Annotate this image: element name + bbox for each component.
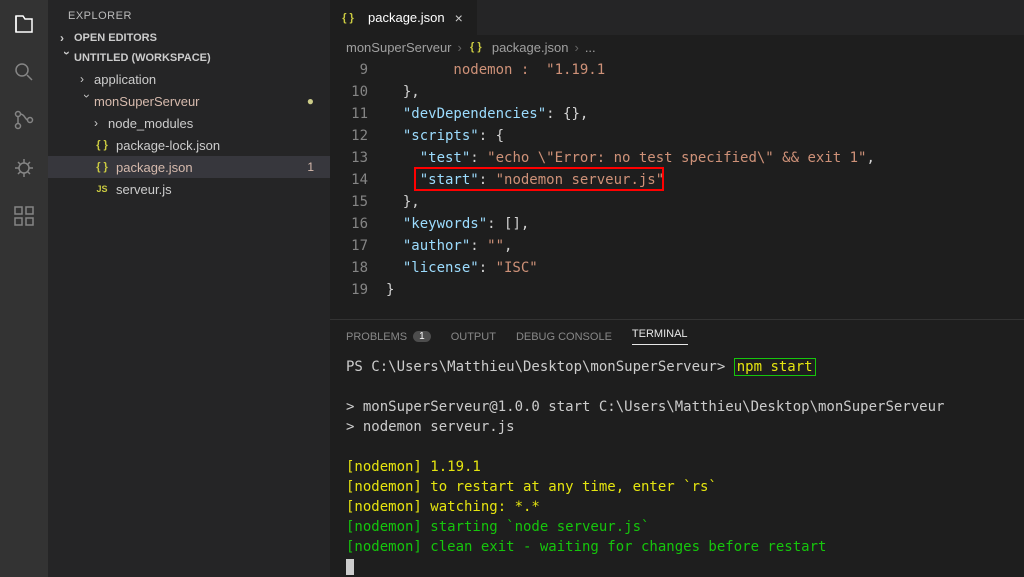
folder-node-modules[interactable]: › node_modules [48, 112, 330, 134]
file-serveur-js[interactable]: JS serveur.js [48, 178, 330, 200]
source-control-icon[interactable] [10, 106, 38, 134]
js-file-icon: JS [94, 181, 110, 197]
terminal-output[interactable]: PS C:\Users\Matthieu\Desktop\monSuperSer… [330, 351, 1024, 577]
code-line: } [386, 279, 1024, 301]
tab-debug-console[interactable]: DEBUG CONSOLE [516, 328, 612, 345]
chevron-down-icon: › [60, 51, 74, 65]
line-number-gutter: 910111213141516171819 [330, 59, 386, 319]
breadcrumb[interactable]: monSuperServeur › { } package.json › ... [330, 35, 1024, 59]
close-icon[interactable]: × [451, 10, 467, 26]
code-line: nodemon : "1.19.1 [386, 59, 1024, 81]
bottom-panel: PROBLEMS 1 OUTPUT DEBUG CONSOLE TERMINAL… [330, 319, 1024, 577]
json-file-icon: { } [94, 137, 110, 153]
code-line: "scripts": { [386, 125, 1024, 147]
extensions-icon[interactable] [10, 202, 38, 230]
tab-bar: { } package.json × [330, 0, 1024, 35]
code-editor[interactable]: 910111213141516171819 nodemon : "1.19.1 … [330, 59, 1024, 319]
chevron-right-icon: › [574, 40, 578, 55]
code-line: }, [386, 81, 1024, 103]
tab-terminal[interactable]: TERMINAL [632, 328, 688, 345]
sidebar-title: EXPLORER [48, 0, 330, 28]
folder-application[interactable]: › application [48, 68, 330, 90]
chevron-right-icon: › [80, 72, 94, 86]
folder-monsuperserveur[interactable]: › monSuperServeur ● [48, 90, 330, 112]
activity-bar [0, 0, 48, 577]
code-line: "test": "echo \"Error: no test specified… [386, 147, 1024, 169]
tab-problems[interactable]: PROBLEMS 1 [346, 328, 431, 345]
explorer-icon[interactable] [10, 10, 38, 38]
modified-count: 1 [307, 160, 320, 174]
json-file-icon: { } [468, 39, 484, 55]
search-icon[interactable] [10, 58, 38, 86]
code-content: nodemon : "1.19.1 }, "devDependencies": … [386, 59, 1024, 319]
code-line: "keywords": [], [386, 213, 1024, 235]
problems-badge: 1 [413, 331, 431, 342]
open-editors-section[interactable]: › OPEN EDITORS [48, 28, 330, 48]
code-line: "start": "nodemon serveur.js" [386, 169, 1024, 191]
json-file-icon: { } [340, 10, 356, 26]
code-line: "license": "ISC" [386, 257, 1024, 279]
panel-tabs: PROBLEMS 1 OUTPUT DEBUG CONSOLE TERMINAL [330, 320, 1024, 351]
file-tree: › application › monSuperServeur ● › node… [48, 68, 330, 200]
chevron-right-icon: › [94, 116, 108, 130]
chevron-right-icon: › [458, 40, 462, 55]
tab-output[interactable]: OUTPUT [451, 328, 496, 345]
code-line: "author": "", [386, 235, 1024, 257]
json-file-icon: { } [94, 159, 110, 175]
code-line: }, [386, 191, 1024, 213]
debug-icon[interactable] [10, 154, 38, 182]
chevron-right-icon: › [60, 31, 74, 45]
main-area: { } package.json × monSuperServeur › { }… [330, 0, 1024, 577]
tab-package-json[interactable]: { } package.json × [330, 0, 478, 35]
chevron-down-icon: › [80, 94, 94, 108]
file-package-json[interactable]: { } package.json 1 [48, 156, 330, 178]
tab-label: package.json [368, 10, 445, 25]
modified-dot-icon: ● [307, 94, 320, 108]
workspace-section[interactable]: › UNTITLED (WORKSPACE) [48, 48, 330, 68]
file-package-lock[interactable]: { } package-lock.json [48, 134, 330, 156]
sidebar: EXPLORER › OPEN EDITORS › UNTITLED (WORK… [48, 0, 330, 577]
code-line: "devDependencies": {}, [386, 103, 1024, 125]
